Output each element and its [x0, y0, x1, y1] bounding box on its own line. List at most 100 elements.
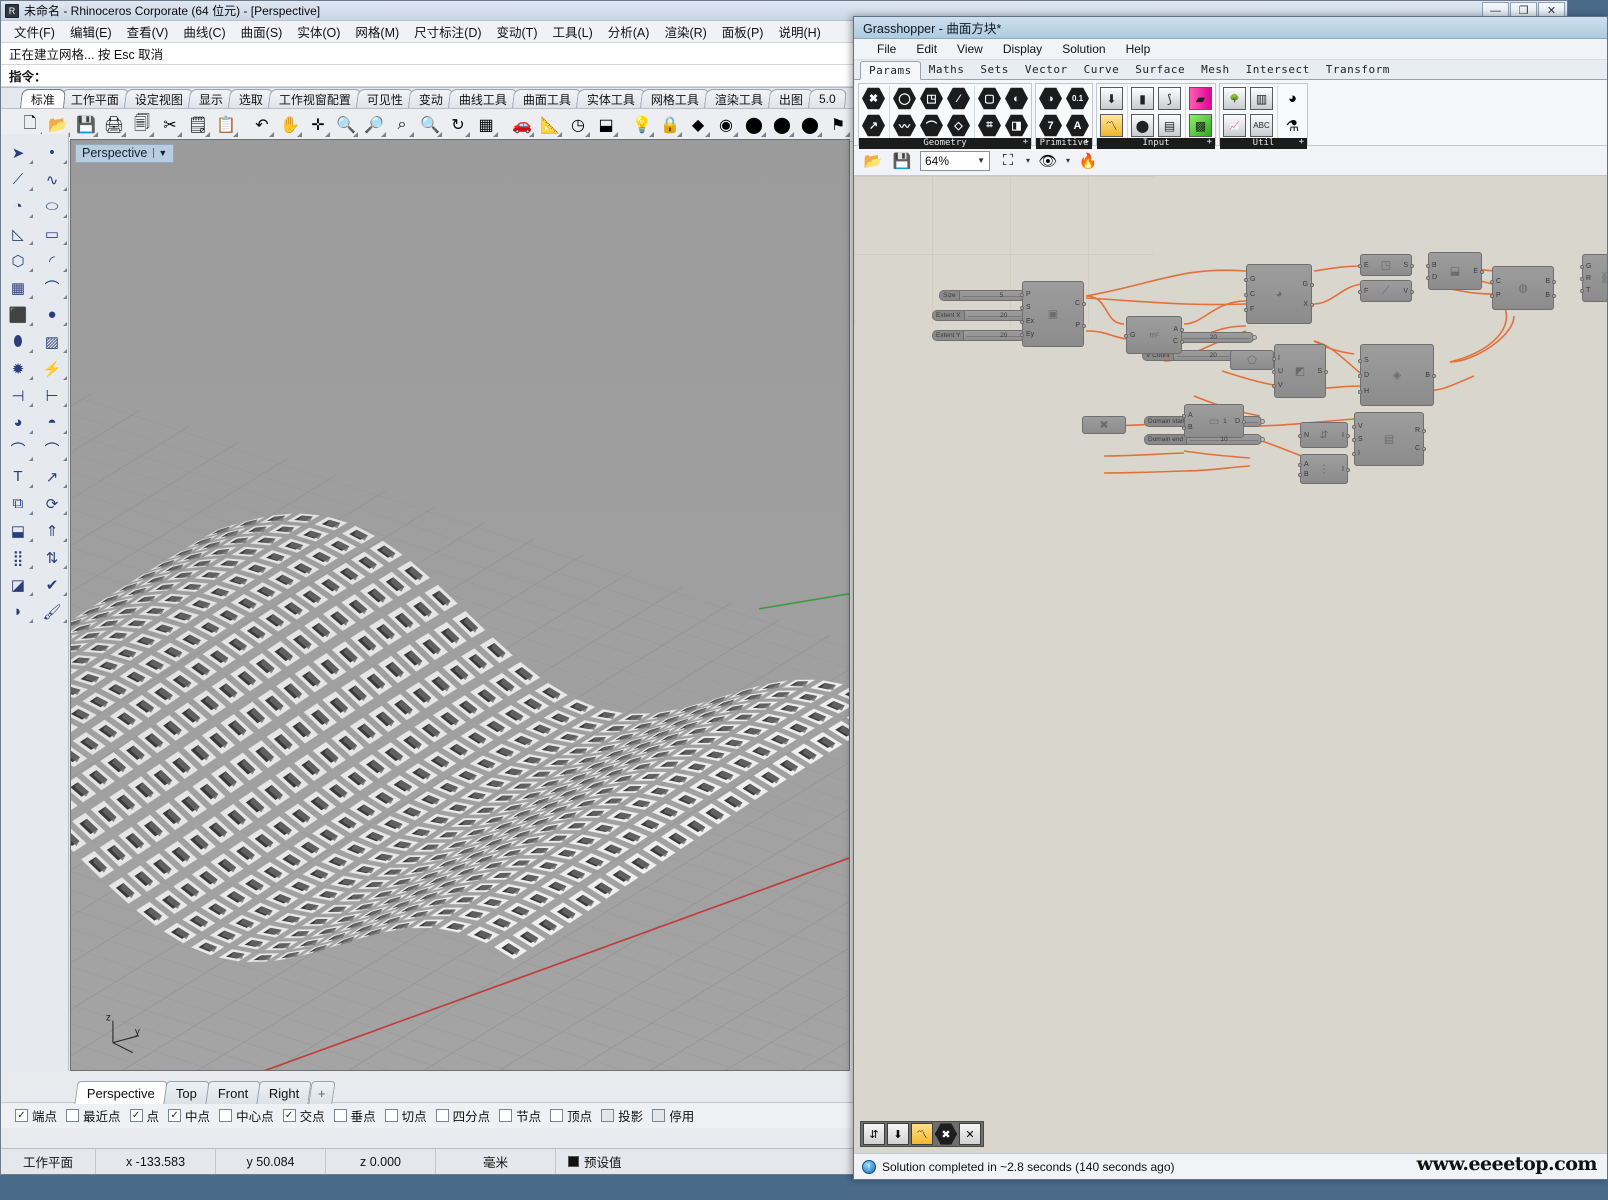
- viewport-tab-front[interactable]: Front: [205, 1081, 261, 1104]
- osnap-1[interactable]: 最近点: [66, 1106, 121, 1125]
- gh-tab-params[interactable]: Params: [860, 61, 921, 80]
- osnap-2[interactable]: ✓ 点: [129, 1106, 159, 1125]
- curve-fillet-icon[interactable]: ◜: [35, 247, 69, 274]
- rhino-toolbar-tab-10[interactable]: 实体工具: [576, 89, 647, 108]
- osnap-checkbox-4[interactable]: [219, 1109, 233, 1122]
- rhino-toolbar-tab-5[interactable]: 工作视窗配置: [268, 89, 363, 108]
- text-tag-icon[interactable]: ABC: [1249, 113, 1274, 138]
- output-pin-X[interactable]: [1310, 303, 1314, 307]
- gradient-icon[interactable]: ⟆: [1157, 86, 1182, 111]
- polyline-icon[interactable]: ⟋: [1, 166, 35, 193]
- split-icon[interactable]: ⊢: [35, 382, 69, 409]
- legend-icon[interactable]: ▥: [1249, 86, 1274, 111]
- zoom-level-select[interactable]: 64% ▼: [920, 150, 990, 171]
- leader-icon[interactable]: ↗: [35, 463, 69, 490]
- color-wheel-icon[interactable]: ◉: [713, 112, 739, 138]
- rhino-menu-item-4[interactable]: 曲面(S): [234, 20, 290, 43]
- input-pin-P[interactable]: [1020, 293, 1024, 298]
- osnap-3[interactable]: ✓ 中点: [168, 1106, 210, 1125]
- status-units[interactable]: 毫米: [436, 1149, 556, 1174]
- cylinder-icon[interactable]: ⬮: [1, 328, 35, 355]
- quick-graph-icon[interactable]: 📈: [1222, 113, 1247, 138]
- rhino-toolbar-tab-12[interactable]: 渲染工具: [704, 89, 775, 108]
- osnap-8[interactable]: 四分点: [435, 1106, 490, 1125]
- arc-icon[interactable]: ◺: [1, 220, 35, 247]
- shade-gray-icon[interactable]: ⬤: [741, 112, 767, 138]
- rhino-menu-item-5[interactable]: 实体(O): [290, 20, 347, 43]
- rhino-menu-item-11[interactable]: 渲染(R): [657, 20, 713, 43]
- check-icon[interactable]: ✔: [35, 571, 69, 598]
- light-icon[interactable]: 💡: [629, 112, 655, 138]
- osnap-checkbox-7[interactable]: [384, 1109, 398, 1122]
- input-pin-A[interactable]: [1182, 414, 1186, 419]
- param-tool-icon[interactable]: ✖: [935, 1123, 957, 1145]
- cut-icon[interactable]: ✂: [157, 112, 183, 138]
- shade-gray2-icon[interactable]: ⬤: [769, 112, 795, 138]
- input-pin-D[interactable]: [1358, 374, 1362, 378]
- gh-component-x-param-component[interactable]: ✖: [1082, 416, 1126, 434]
- osnap-checkbox-2[interactable]: ✓: [129, 1109, 143, 1122]
- data-flask-icon[interactable]: ⚗: [1280, 113, 1305, 138]
- rhino-toolbar-tab-2[interactable]: 设定视图: [124, 89, 195, 108]
- print-icon[interactable]: 🖨: [101, 112, 127, 138]
- input-pin-T[interactable]: [1580, 289, 1584, 293]
- osnap-checkbox-10[interactable]: [550, 1109, 564, 1122]
- osnap-checkbox-5[interactable]: ✓: [282, 1109, 296, 1122]
- fillet-curve-icon[interactable]: ⌒: [1, 436, 35, 463]
- input-pin-H[interactable]: [1358, 389, 1362, 394]
- gh-component-merge-component[interactable]: ⛓ GRT: [1580, 254, 1607, 302]
- output-pin-C[interactable]: [1082, 302, 1086, 306]
- rhino-menu-item-12[interactable]: 面板(P): [715, 20, 771, 43]
- number-slider-icon[interactable]: ⬇: [1099, 86, 1124, 111]
- rhino-menu-item-10[interactable]: 分析(A): [601, 20, 657, 43]
- lock-icon[interactable]: 🔒: [657, 112, 683, 138]
- input-pin-C[interactable]: [1244, 293, 1248, 297]
- number-param-icon[interactable]: 7: [1038, 113, 1063, 138]
- layers-icon[interactable]: ⬓: [593, 112, 619, 138]
- extrude-icon[interactable]: ⇑: [35, 517, 69, 544]
- vector-param-icon[interactable]: ↗: [861, 113, 886, 138]
- grasshopper-canvas[interactable]: Size5Extent X20Extent Y20U Count20V Coun…: [854, 176, 1607, 1154]
- osnap-4[interactable]: 中心点: [219, 1106, 274, 1125]
- output-pin-P[interactable]: [1082, 324, 1086, 328]
- param-viewer-tree-icon[interactable]: 🌳: [1222, 86, 1247, 111]
- gh-tab-curve[interactable]: Curve: [1076, 60, 1128, 79]
- rotate-view-icon[interactable]: ↻: [445, 112, 471, 138]
- output-pin-E[interactable]: [1480, 270, 1484, 274]
- rhino-menu-item-6[interactable]: 网格(M): [348, 20, 406, 43]
- blast-icon[interactable]: ⚡: [35, 355, 69, 382]
- viewport-tab-right[interactable]: Right: [256, 1081, 313, 1104]
- circle-tool-icon[interactable]: ◷: [565, 112, 591, 138]
- gh-component-box-component[interactable]: ⬓ B D E: [1426, 252, 1484, 290]
- osnap-checkbox-8[interactable]: [435, 1109, 449, 1122]
- viewport-layout-icon[interactable]: ▦: [473, 112, 499, 138]
- osnap-checkbox-9[interactable]: [499, 1109, 513, 1122]
- undo-icon[interactable]: ↶: [249, 112, 275, 138]
- osnap-checkbox-1[interactable]: [66, 1109, 80, 1122]
- shade-blue-icon[interactable]: ⬤: [797, 112, 823, 138]
- gh-tab-surface[interactable]: Surface: [1127, 60, 1193, 79]
- brep-param-icon[interactable]: ◳: [919, 86, 944, 111]
- ellipse-icon[interactable]: ⬭: [35, 193, 69, 220]
- plane-param-icon[interactable]: ◇: [946, 113, 971, 138]
- input-pin-P[interactable]: [1490, 294, 1494, 299]
- shading-icon[interactable]: ◗: [1, 598, 35, 625]
- gh-menu-item-view[interactable]: View: [948, 40, 992, 58]
- input-pin-B[interactable]: [1298, 473, 1302, 477]
- sphere-boolean-icon[interactable]: ●: [35, 301, 69, 328]
- save-definition-icon[interactable]: 💾: [891, 150, 913, 172]
- gh-component-divide-surface[interactable]: ◩ I U V S: [1272, 344, 1328, 398]
- viewport-tab-top[interactable]: Top: [163, 1081, 210, 1104]
- text-param-icon[interactable]: A: [1065, 113, 1090, 138]
- rhino-menu-item-3[interactable]: 曲线(C): [176, 20, 232, 43]
- material-icon[interactable]: ◆: [685, 112, 711, 138]
- explode-icon[interactable]: ✹: [1, 355, 35, 382]
- trim-icon[interactable]: ⊣: [1, 382, 35, 409]
- boolean-param-icon[interactable]: ◑: [1038, 86, 1063, 111]
- osnap-7[interactable]: 切点: [384, 1106, 427, 1125]
- osnap-checkbox-12[interactable]: [652, 1109, 666, 1122]
- output-pin-I[interactable]: [1346, 434, 1350, 438]
- preview-toggle-icon[interactable]: ⇵: [863, 1123, 885, 1145]
- graph-mapper-icon[interactable]: 〽: [1099, 113, 1124, 138]
- input-pin-G[interactable]: [1124, 334, 1128, 338]
